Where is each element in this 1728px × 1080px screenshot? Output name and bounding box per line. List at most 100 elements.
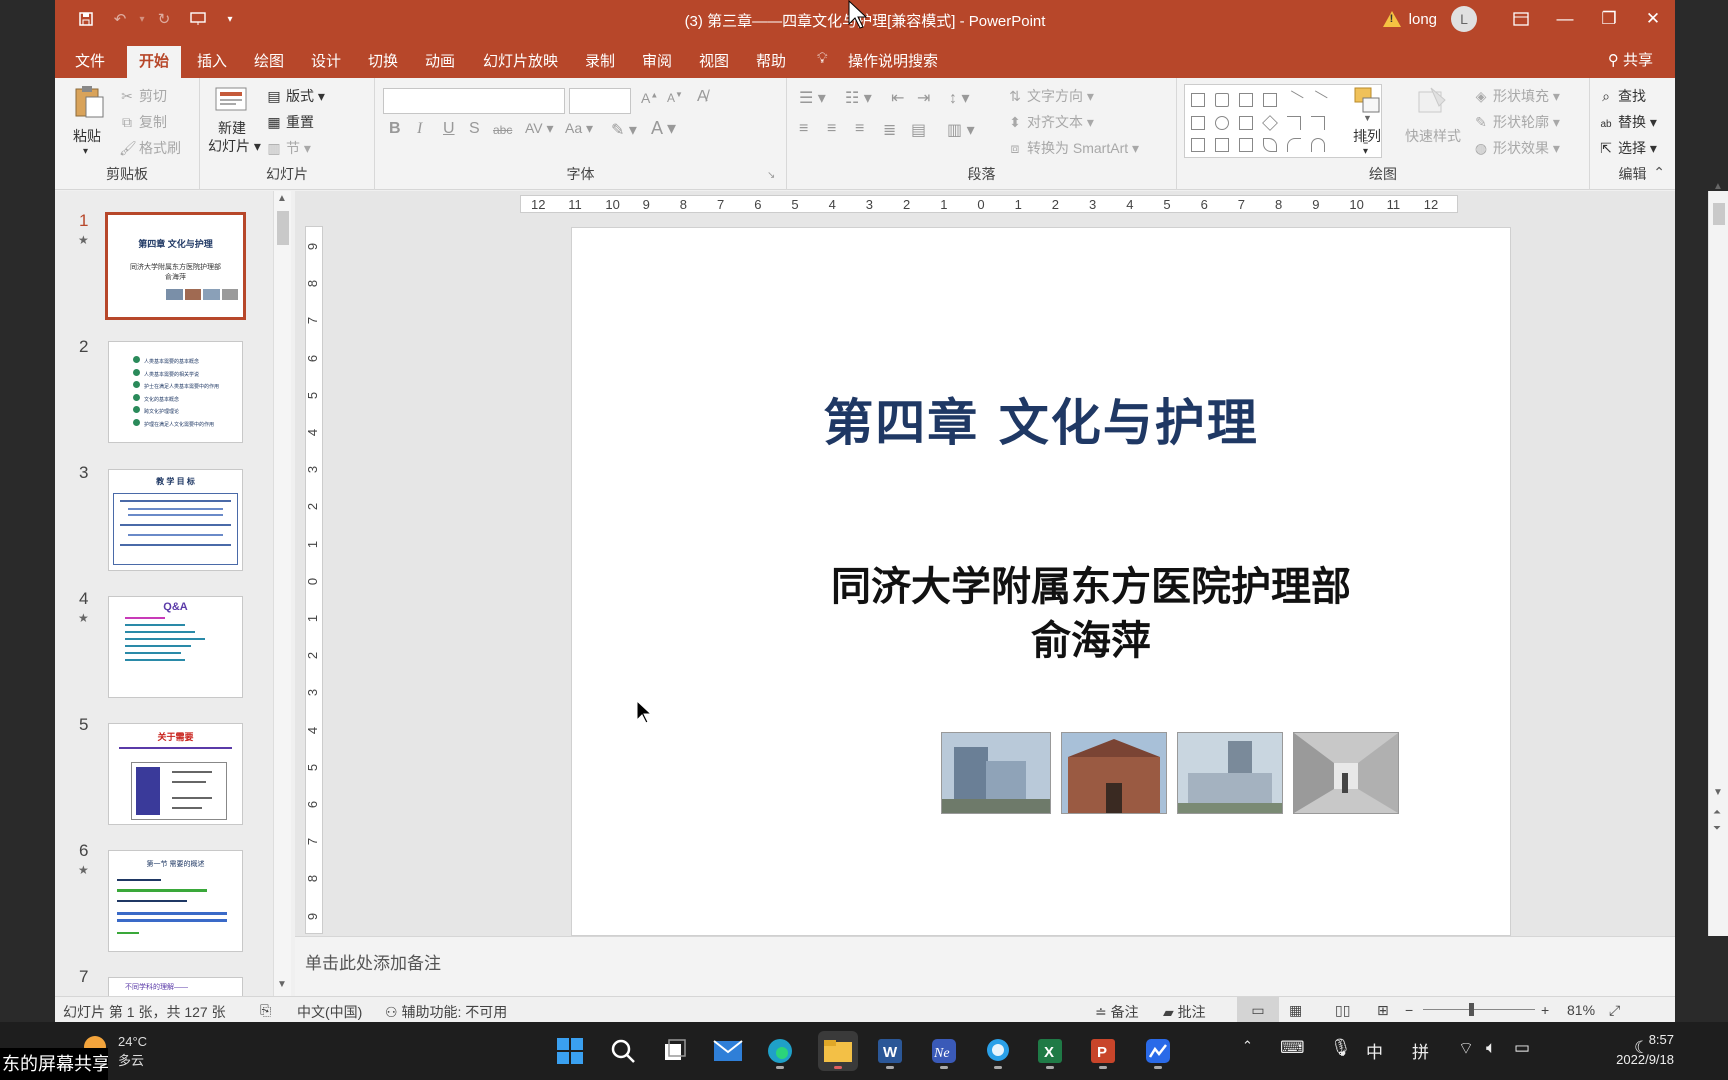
- chat-app-icon[interactable]: [978, 1031, 1018, 1071]
- clear-formatting-icon[interactable]: A̸: [697, 88, 708, 106]
- slide-sorter-icon[interactable]: ▦: [1289, 1002, 1302, 1019]
- thumbnail-scrollbar[interactable]: ▲ ▼: [273, 191, 291, 996]
- shadow-icon[interactable]: S: [469, 120, 480, 138]
- new-slide-dropdown[interactable]: 幻灯片 ▾: [208, 136, 261, 156]
- section-button[interactable]: ▥ 节 ▾: [266, 138, 311, 158]
- slide-thumbnail-1[interactable]: 第四章 文化与护理 同济大学附属东方医院护理部 俞海萍: [105, 212, 246, 320]
- convert-smartart-button[interactable]: ⧈ 转换为 SmartArt ▾: [1007, 138, 1140, 158]
- accessibility-status[interactable]: ⚇ 辅助功能: 不可用: [385, 1002, 507, 1022]
- decrease-indent-icon[interactable]: ⇤: [891, 88, 904, 108]
- arrange-button[interactable]: 排列: [1353, 126, 1381, 146]
- slide-thumbnail-4[interactable]: Q&A: [108, 596, 243, 698]
- volume-icon[interactable]: 🔈︎: [1486, 1038, 1496, 1058]
- photo-hospital-building-1[interactable]: [941, 732, 1051, 814]
- font-name-combobox[interactable]: [383, 88, 565, 114]
- user-name[interactable]: long: [1409, 11, 1437, 28]
- align-text-button[interactable]: ⬍ 对齐文本 ▾: [1007, 112, 1094, 132]
- ime-pinyin[interactable]: 拼: [1412, 1038, 1429, 1063]
- tab-home[interactable]: 开始: [127, 46, 182, 80]
- shape-star[interactable]: [1263, 138, 1277, 152]
- photo-hospital-corridor[interactable]: [1293, 732, 1399, 814]
- zoom-slider[interactable]: [1423, 1003, 1535, 1016]
- normal-view-icon[interactable]: ▭: [1237, 997, 1279, 1022]
- spellcheck-icon[interactable]: ⎘: [260, 1002, 271, 1019]
- photo-historic-building[interactable]: [1061, 732, 1167, 814]
- zoom-out-button[interactable]: −: [1405, 1002, 1413, 1018]
- select-button[interactable]: ⇱ 选择 ▾: [1598, 138, 1657, 158]
- photo-hospital-building-2[interactable]: [1177, 732, 1283, 814]
- restore-button[interactable]: ❐: [1587, 0, 1631, 38]
- shape-rectangle[interactable]: [1191, 116, 1205, 130]
- tab-insert[interactable]: 插入: [197, 50, 227, 71]
- shape-connector-arrow[interactable]: [1311, 116, 1325, 130]
- shape-curve[interactable]: [1287, 138, 1301, 152]
- next-slide-icon[interactable]: ⏷: [1713, 823, 1721, 834]
- shape-flowchart[interactable]: [1239, 138, 1253, 152]
- scroll-thumb[interactable]: [1713, 203, 1725, 225]
- slide-thumbnail-2[interactable]: 人类基本需要的基本概念 人类基本需要的相关学说 护士在满足人类基本需要中的作用 …: [108, 341, 243, 443]
- comments-toggle[interactable]: ▰ 批注: [1163, 1002, 1206, 1022]
- notes-pane[interactable]: 单击此处添加备注: [295, 936, 1675, 996]
- word-icon[interactable]: W: [870, 1031, 910, 1071]
- highlight-icon[interactable]: ✎ ▾: [611, 120, 637, 140]
- minimize-button[interactable]: —: [1543, 0, 1587, 38]
- bullets-icon[interactable]: ☰ ▾: [799, 88, 826, 108]
- shape-arc[interactable]: [1311, 138, 1325, 152]
- layout-button[interactable]: ▤ 版式 ▾: [266, 86, 325, 106]
- language-indicator[interactable]: 中文(中国): [297, 1002, 362, 1022]
- notification-icon[interactable]: ☾: [1634, 1038, 1649, 1058]
- font-size-combobox[interactable]: [569, 88, 631, 114]
- strikethrough-icon[interactable]: abc: [493, 123, 512, 137]
- paste-icon[interactable]: [73, 84, 105, 121]
- paste-dropdown-icon[interactable]: ▾: [83, 146, 88, 157]
- ime-mode[interactable]: 中: [1366, 1038, 1383, 1063]
- slide-subtitle-author[interactable]: 俞海萍: [572, 608, 1510, 666]
- scroll-down-icon[interactable]: ▼: [1713, 787, 1723, 798]
- notes-placeholder[interactable]: 单击此处添加备注: [305, 949, 441, 974]
- bold-icon[interactable]: B: [389, 120, 401, 138]
- quick-styles-icon[interactable]: [1417, 86, 1447, 119]
- arrange-icon[interactable]: [1353, 86, 1383, 119]
- tab-review[interactable]: 审阅: [642, 50, 672, 71]
- ribbon-display-options-icon[interactable]: [1499, 0, 1543, 38]
- tab-draw[interactable]: 绘图: [254, 50, 284, 71]
- slide-thumbnail-3[interactable]: 教 学 目 标: [108, 469, 243, 571]
- new-slide-icon[interactable]: [214, 84, 248, 117]
- increase-font-icon[interactable]: A▲: [641, 90, 658, 106]
- distributed-icon[interactable]: ▤: [911, 120, 926, 140]
- mail-icon[interactable]: [708, 1031, 748, 1071]
- shape-line[interactable]: [1284, 90, 1304, 110]
- edge-browser-icon[interactable]: [760, 1031, 800, 1071]
- tab-file[interactable]: 文件: [75, 50, 105, 71]
- collapse-ribbon-icon[interactable]: ⌃: [1653, 164, 1665, 181]
- shape-effects-button[interactable]: ◍ 形状效果 ▾: [1473, 138, 1560, 158]
- tab-slideshow[interactable]: 幻灯片放映: [483, 50, 558, 71]
- powerpoint-icon[interactable]: P: [1083, 1031, 1123, 1071]
- task-view-icon[interactable]: [655, 1031, 695, 1071]
- change-case-icon[interactable]: Aa ▾: [565, 120, 593, 137]
- tab-animations[interactable]: 动画: [425, 50, 455, 71]
- scroll-thumb[interactable]: [277, 211, 289, 245]
- shape-vertical-textbox[interactable]: [1263, 93, 1277, 107]
- italic-icon[interactable]: I: [417, 120, 422, 138]
- paste-button[interactable]: 粘贴: [73, 126, 101, 146]
- search-icon[interactable]: [603, 1031, 643, 1071]
- shape-fill-button[interactable]: ◈ 形状填充 ▾: [1473, 86, 1560, 106]
- cut-button[interactable]: ✂ 剪切: [119, 86, 167, 106]
- find-button[interactable]: ⌕ 查找: [1598, 86, 1646, 106]
- microphone-icon[interactable]: 🎙︎: [1330, 1038, 1352, 1058]
- shape-oval[interactable]: [1215, 116, 1229, 130]
- close-button[interactable]: ✕: [1631, 0, 1675, 38]
- slide-title[interactable]: 第四章 文化与护理: [572, 383, 1510, 455]
- zoom-slider-thumb[interactable]: [1469, 1003, 1474, 1016]
- fit-slide-icon[interactable]: ⤢: [1609, 1002, 1620, 1019]
- wifi-icon[interactable]: ⌔: [1458, 1038, 1474, 1059]
- slide-canvas[interactable]: 第四章 文化与护理 同济大学附属东方医院护理部 俞海萍: [571, 227, 1511, 936]
- keyboard-icon[interactable]: ⌨: [1280, 1038, 1305, 1058]
- meeting-app-icon[interactable]: [1138, 1031, 1178, 1071]
- share-button[interactable]: ⚲ 共享: [1608, 49, 1653, 70]
- tab-record[interactable]: 录制: [585, 50, 615, 71]
- start-icon[interactable]: [550, 1031, 590, 1071]
- slideshow-view-icon[interactable]: ⊞: [1377, 1002, 1389, 1019]
- slide-subtitle-org[interactable]: 同济大学附属东方医院护理部: [572, 554, 1510, 612]
